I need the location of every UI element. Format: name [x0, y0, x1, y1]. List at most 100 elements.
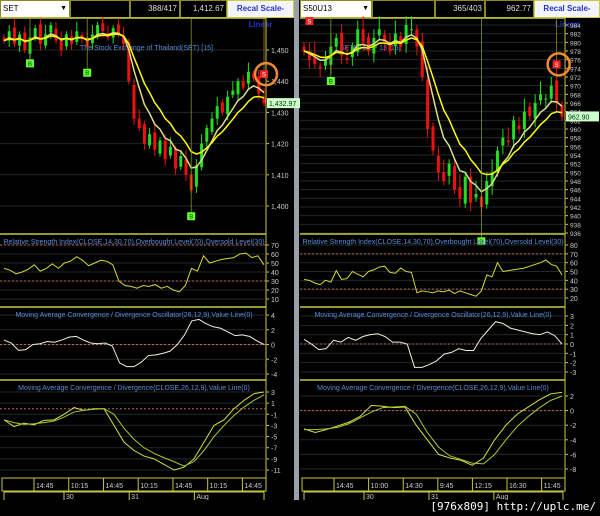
- candle-body: [12, 27, 16, 44]
- y-tick-label: -2: [570, 423, 576, 430]
- signal-label: S: [262, 73, 266, 79]
- candle-body: [517, 125, 521, 129]
- y-tick-label: 946: [570, 188, 581, 195]
- y-tick-label: 20: [271, 288, 279, 295]
- candle-body: [205, 128, 209, 142]
- time-label: 10:00: [371, 483, 389, 490]
- y-tick-label: 1,420: [271, 142, 289, 149]
- panel-title: Moving Average Convergence / Divergence …: [15, 312, 252, 319]
- candle-body: [226, 96, 230, 115]
- candle-body: [184, 159, 188, 175]
- date-label: 30: [366, 494, 374, 500]
- y-tick-label: 984: [570, 23, 581, 30]
- y-tick-label: 956: [570, 144, 581, 151]
- candle-body: [132, 84, 136, 119]
- y-tick-label: 2: [271, 328, 275, 335]
- y-tick-label: 958: [570, 136, 581, 143]
- y-tick-label: -8: [570, 467, 576, 474]
- y-tick-label: 1,410: [271, 173, 289, 180]
- y-tick-label: 948: [570, 179, 581, 186]
- y-tick-label: 960: [570, 127, 581, 134]
- y-tick-label: 0: [570, 409, 574, 416]
- time-label: 14:45: [105, 483, 123, 490]
- time-label: 12:15: [474, 483, 492, 490]
- y-tick-label: 976: [570, 58, 581, 65]
- signal-label: B: [28, 62, 32, 68]
- candle-body: [64, 34, 68, 47]
- candle-body: [447, 163, 451, 176]
- candle-body: [231, 90, 235, 95]
- signal-label: S: [555, 63, 559, 69]
- y-tick-label: -4: [271, 372, 277, 379]
- y-tick-label: 970: [570, 84, 581, 91]
- signal-label: B: [85, 71, 89, 77]
- current-price-tag: 1,432.97: [269, 101, 296, 108]
- y-tick-label: 940: [570, 214, 581, 221]
- y-tick-label: 968: [570, 92, 581, 99]
- y-tick-label: -1: [570, 351, 576, 358]
- candle-body: [512, 120, 516, 140]
- signal-label: B: [329, 80, 333, 86]
- candle-body: [463, 176, 467, 204]
- y-tick-label: 966: [570, 101, 581, 108]
- candle-body: [522, 111, 526, 129]
- charts-canvas: 1,4001,4101,4201,4301,4401,450The Stock …: [0, 16, 599, 500]
- y-tick-label: 938: [570, 222, 581, 229]
- y-tick-label: 1,430: [271, 110, 289, 117]
- y-tick-label: 30: [570, 287, 578, 294]
- panel-title: The Stock Exchange of Thailand(SET) [15]: [80, 45, 213, 52]
- y-tick-label: 980: [570, 40, 581, 47]
- candle-body: [544, 98, 548, 100]
- y-tick-label: 60: [271, 252, 279, 259]
- y-tick-label: 30: [271, 279, 279, 286]
- panel-title: Moving Average Convergence / Divergence(…: [18, 385, 250, 392]
- candle-body: [148, 134, 152, 146]
- current-price-tag: 962.90: [568, 114, 590, 121]
- time-label: 9:45: [440, 483, 454, 490]
- y-tick-label: -3: [271, 423, 277, 430]
- candle-body: [377, 29, 381, 36]
- y-tick-label: 40: [570, 278, 578, 285]
- time-label: 14:45: [244, 483, 262, 490]
- y-tick-label: -3: [570, 370, 576, 377]
- candle-body: [485, 181, 489, 205]
- candle-body: [101, 23, 105, 32]
- candle-body: [257, 76, 261, 94]
- y-tick-label: 978: [570, 49, 581, 56]
- candle-body: [215, 106, 219, 119]
- y-tick-label: 1: [271, 401, 275, 408]
- y-tick-label: 954: [570, 153, 581, 160]
- candle-body: [426, 79, 430, 129]
- y-tick-label: 952: [570, 162, 581, 169]
- candle-body: [539, 94, 542, 101]
- date-label: 30: [66, 494, 74, 500]
- y-tick-label: -9: [271, 457, 277, 464]
- candle-body: [506, 140, 510, 142]
- y-tick-label: -2: [570, 361, 576, 368]
- candle-body: [220, 102, 224, 113]
- time-label: 14:45: [175, 483, 193, 490]
- panel-title: Relative Strength Index(CLOSE,14,30,70),…: [3, 239, 264, 246]
- date-label: Aug: [196, 494, 209, 500]
- candle-body: [533, 103, 537, 119]
- y-tick-label: 70: [570, 252, 578, 259]
- panel-title: Moving Average Convergence / Divergence(…: [317, 385, 549, 392]
- y-tick-label: 1,450: [271, 48, 289, 55]
- y-tick-label: -4: [570, 438, 576, 445]
- y-tick-label: 950: [570, 170, 581, 177]
- panel-title: Moving Average Convergence / Divergence …: [314, 312, 551, 319]
- y-tick-label: 80: [570, 243, 578, 250]
- y-tick-label: 974: [570, 66, 581, 73]
- candle-body: [318, 66, 322, 69]
- y-tick-label: 0: [271, 343, 275, 350]
- y-tick-label: -5: [271, 435, 277, 442]
- candle-body: [137, 118, 141, 128]
- candle-body: [367, 37, 370, 51]
- y-tick-label: 936: [570, 231, 581, 238]
- y-tick-label: 1: [570, 333, 574, 340]
- indicator-line: [303, 259, 563, 297]
- candle-body: [560, 105, 564, 117]
- candle-body: [345, 57, 349, 60]
- candle-body: [241, 81, 245, 88]
- time-label: 14:30: [405, 483, 423, 490]
